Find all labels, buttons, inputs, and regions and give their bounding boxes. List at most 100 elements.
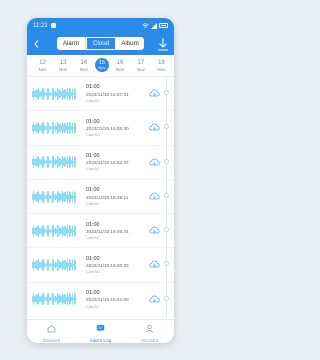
audio-waveform [32, 87, 76, 100]
audio-waveform [32, 122, 76, 134]
date-day: 16 [116, 60, 124, 66]
top-bar: Alarm Cloud Album [27, 33, 174, 55]
date-day: 18 [158, 60, 165, 66]
cloud-download-icon[interactable] [149, 226, 160, 235]
recording-info: 01:00 2022/11/15 16:52:37 CamSC [86, 153, 129, 171]
recording-row[interactable]: 01:00 2022/11/15 16:49:11 CamSC [27, 180, 174, 215]
recording-timestamp: 2022/11/15 16:52:37 [86, 160, 129, 166]
recording-duration: 01:00 [86, 187, 100, 194]
recording-duration: 01:00 [86, 255, 100, 262]
person-icon [145, 320, 154, 338]
tab-cloud[interactable]: Cloud [86, 37, 116, 50]
date-14[interactable]: 14 Nov [74, 57, 93, 76]
recording-duration: 01:00 [86, 84, 100, 91]
notification-icon [50, 23, 56, 28]
date-month: Nov [98, 65, 106, 70]
timeline-dot [164, 261, 169, 267]
recording-info: 01:00 2022/11/15 16:42:00 CamSC [86, 290, 129, 308]
status-time: 11:22 [33, 22, 48, 29]
recording-row[interactable]: 01:00 2022/11/15 16:42:00 CamSC [27, 283, 174, 318]
date-month: Nov [157, 67, 166, 72]
cloud-download-icon[interactable] [149, 260, 160, 269]
content-area: 12 Nov 13 Nov 14 Nov 15 Nov 16 Nov 17 Nov 18 Nov 01:0… [27, 55, 174, 319]
message-icon [96, 320, 105, 338]
recording-timestamp: 2022/11/15 16:45:33 [86, 263, 129, 269]
recording-info: 01:00 2022/11/15 16:55:40 CamSC [86, 119, 129, 137]
battery-icon [159, 23, 168, 28]
recording-camera: CamSC [86, 235, 101, 241]
recording-row[interactable]: 01:00 2022/11/15 16:52:37 CamSC [27, 146, 174, 180]
date-13[interactable]: 13 Nov [54, 57, 73, 76]
nav-devices[interactable]: Devices [27, 320, 76, 343]
date-16[interactable]: 16 Nov [111, 57, 130, 76]
date-month: Nov [59, 67, 68, 72]
recording-row[interactable]: 01:00 2022/11/15 16:46:34 CamSC [27, 214, 174, 249]
recording-list: 01:00 2022/11/15 16:57:31 CamSC 01:00 2022/1… [27, 77, 174, 319]
wifi-icon [142, 22, 149, 28]
timeline-dot [164, 295, 169, 301]
timeline-dot [164, 90, 169, 95]
back-icon[interactable] [31, 37, 41, 51]
date-17[interactable]: 17 Nov [131, 57, 150, 76]
source-tabs: Alarm Cloud Album [57, 37, 144, 50]
nav-label: Account [140, 338, 159, 344]
audio-waveform [32, 225, 76, 237]
date-day: 12 [39, 60, 46, 66]
recording-info: 01:00 2022/11/15 16:57:31 CamSC [86, 84, 129, 102]
timeline-dot [164, 227, 169, 233]
recording-camera: CamSC [86, 166, 101, 172]
date-18[interactable]: 18 Nov [152, 57, 171, 76]
date-day: 17 [137, 60, 145, 66]
timeline-dot [164, 192, 169, 198]
download-icon[interactable] [157, 37, 169, 51]
date-12[interactable]: 12 Nov [33, 57, 52, 76]
recording-row[interactable]: 01:00 2022/11/15 16:45:33 CamSC [27, 248, 174, 283]
recording-timestamp: 2022/11/15 16:55:40 [86, 125, 129, 131]
recording-duration: 01:00 [86, 118, 100, 125]
cloud-download-icon[interactable] [149, 295, 160, 304]
recording-duration: 01:00 [86, 221, 100, 228]
cloud-download-icon[interactable] [149, 123, 160, 132]
tab-alarm[interactable]: Alarm [57, 37, 86, 50]
home-icon [47, 320, 56, 338]
cloud-download-icon[interactable] [149, 89, 160, 98]
cloud-download-icon[interactable] [149, 192, 160, 201]
date-month: Nov [38, 67, 47, 72]
nav-label: Alarm Log [89, 338, 112, 344]
timeline-dot [164, 124, 169, 130]
bottom-nav: Devices Alarm Log Account [27, 319, 174, 343]
date-15[interactable]: 15 Nov [94, 58, 109, 72]
audio-waveform [32, 259, 76, 271]
recording-camera: CamSC [86, 97, 101, 103]
status-bar: 11:22 [27, 18, 174, 33]
phone-screen: 11:22 Alarm Cloud Album 12 Nov 13 Nov 14 Nov 1… [27, 18, 174, 343]
recording-duration: 01:00 [86, 153, 100, 160]
recording-row[interactable]: 01:00 2022/11/15 16:55:40 CamSC [27, 111, 174, 146]
recording-info: 01:00 2022/11/15 16:46:34 CamSC [86, 222, 129, 240]
recording-timestamp: 2022/11/15 16:57:31 [86, 91, 129, 97]
audio-waveform [32, 293, 76, 306]
recording-duration: 01:00 [86, 290, 100, 297]
recording-timestamp: 2022/11/15 16:49:11 [86, 194, 129, 200]
tab-album[interactable]: Album [116, 37, 144, 50]
recording-row[interactable]: 01:00 2022/11/15 16:57:31 CamSC [27, 77, 174, 112]
recording-timestamp: 2022/11/15 16:46:34 [86, 228, 129, 234]
nav-label: Devices [42, 338, 61, 344]
date-day: 13 [59, 60, 67, 66]
date-day: 14 [80, 60, 88, 66]
cloud-download-icon[interactable] [149, 158, 160, 167]
recording-camera: CamSC [86, 269, 101, 275]
nav-alarm-log[interactable]: Alarm Log [76, 320, 125, 343]
date-month: Nov [116, 67, 125, 72]
recording-camera: CamSC [86, 303, 101, 309]
date-month: Nov [136, 67, 145, 72]
audio-waveform [32, 156, 76, 169]
date-strip: 12 Nov 13 Nov 14 Nov 15 Nov 16 Nov 17 Nov 18 Nov [27, 55, 174, 77]
recording-info: 01:00 2022/11/15 16:45:33 CamSC [86, 256, 129, 274]
signal-icon [151, 22, 157, 29]
nav-account[interactable]: Account [125, 320, 174, 343]
recording-info: 01:00 2022/11/15 16:49:11 CamSC [86, 187, 128, 205]
recording-camera: CamSC [86, 132, 101, 138]
recording-camera: CamSC [86, 200, 101, 206]
recording-timestamp: 2022/11/15 16:42:00 [86, 297, 129, 303]
